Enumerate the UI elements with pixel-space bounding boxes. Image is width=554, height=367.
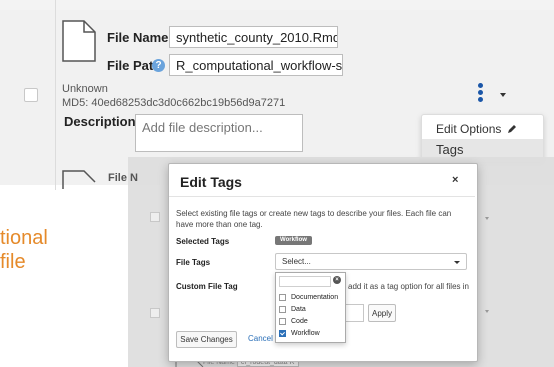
pencil-icon <box>507 125 516 133</box>
checkbox[interactable] <box>279 293 286 301</box>
selected-tag-badge[interactable]: Workflow <box>275 236 312 245</box>
options-menu: Edit Options Tags <box>421 114 544 162</box>
file-icon <box>62 20 96 62</box>
custom-file-tag-label: Custom File Tag <box>176 282 238 291</box>
custom-tag-hint: add it as a tag option for all files in <box>348 282 469 291</box>
modal-divider <box>169 196 475 197</box>
background-heading-line1: tional <box>0 227 48 249</box>
file-tags-select[interactable]: Select... <box>275 253 467 270</box>
clear-icon[interactable]: × <box>333 276 341 284</box>
cancel-button[interactable]: Cancel <box>248 334 273 343</box>
save-changes-button[interactable]: Save Changes <box>176 331 237 348</box>
file-path-input[interactable]: R_computational_workflow-samp <box>169 54 343 76</box>
apply-button[interactable]: Apply <box>368 304 396 322</box>
file-name-input[interactable]: synthetic_county_2010.Rmd <box>169 26 338 48</box>
row-checkbox[interactable] <box>150 212 160 222</box>
file-name-label: File Name <box>107 30 169 45</box>
tag-option-documentation[interactable]: Documentation <box>279 292 338 303</box>
modal-title: Edit Tags <box>180 174 242 190</box>
checkbox[interactable] <box>279 305 286 313</box>
tag-option-code[interactable]: Code <box>279 316 308 327</box>
file-icon <box>62 170 96 189</box>
checkbox[interactable] <box>279 317 286 325</box>
file-status: Unknown <box>62 83 108 95</box>
column-divider <box>55 0 56 190</box>
dropdown-search-input[interactable] <box>279 276 331 287</box>
file-tags-label: File Tags <box>176 258 211 267</box>
file-md5: MD5: 40ed68253dc3d0c662bc19b56d9a7271 <box>62 97 286 109</box>
chevron-down-icon <box>454 261 460 264</box>
menu-item-edit-options[interactable]: Edit Options <box>422 118 543 140</box>
chevron-down-icon[interactable] <box>485 217 489 220</box>
tag-option-data[interactable]: Data <box>279 304 306 315</box>
help-icon[interactable]: ? <box>152 59 165 72</box>
row-checkbox[interactable] <box>150 308 160 318</box>
tag-option-workflow[interactable]: Workflow <box>279 328 320 339</box>
close-icon[interactable]: × <box>452 174 458 186</box>
selected-tags-label: Selected Tags <box>176 237 230 246</box>
more-options-icon[interactable] <box>478 83 484 105</box>
description-input[interactable]: Add file description... <box>135 114 303 152</box>
background-heading-line2: file <box>0 251 26 273</box>
checkbox-checked[interactable] <box>279 329 286 337</box>
description-label: Description <box>64 114 136 129</box>
ghost-file-name-label: File N <box>108 172 138 184</box>
row-checkbox[interactable] <box>24 88 38 102</box>
chevron-down-icon[interactable] <box>485 310 489 313</box>
chevron-down-icon[interactable] <box>500 93 506 97</box>
modal-intro-text: Select existing file tags or create new … <box>176 209 452 229</box>
